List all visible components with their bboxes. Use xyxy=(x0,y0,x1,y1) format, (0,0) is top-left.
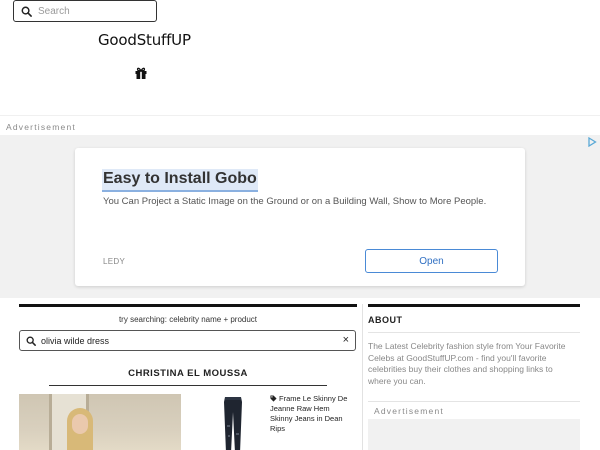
celebrity-search-input[interactable] xyxy=(41,335,331,346)
about-heading: ABOUT xyxy=(368,315,403,325)
adchoices-icon[interactable] xyxy=(587,137,597,147)
sidebar-ad-slot[interactable] xyxy=(368,419,580,450)
main-content: try searching: celebrity name + product … xyxy=(19,304,357,450)
main-top-bar xyxy=(19,304,357,307)
about-divider xyxy=(368,332,580,333)
product-title[interactable]: Frame Le Skinny De Jeanne Raw Hem Skinny… xyxy=(270,394,347,433)
ad-card[interactable]: Easy to Install Gobo You Can Project a S… xyxy=(75,148,525,286)
tag-icon xyxy=(270,395,277,402)
header-search[interactable] xyxy=(13,0,157,22)
ad-banner: Easy to Install Gobo You Can Project a S… xyxy=(0,135,600,298)
site-logo[interactable]: GoodStuffUP xyxy=(98,31,191,49)
product-link[interactable]: Frame Le Skinny De Jeanne Raw Hem Skinny… xyxy=(270,394,354,434)
header-search-input[interactable] xyxy=(38,5,148,17)
celebrity-heading[interactable]: CHRISTINA EL MOUSSA xyxy=(19,368,357,379)
product-jeans-image[interactable] xyxy=(219,396,247,450)
ad-brand: LEDY xyxy=(103,257,126,266)
sidebar-ad-label: Advertisement xyxy=(374,406,444,416)
celebrity-photo[interactable] xyxy=(19,394,181,450)
gift-icon[interactable] xyxy=(134,66,148,80)
celebrity-underline xyxy=(49,385,327,386)
sidebar: ABOUT The Latest Celebrity fashion style… xyxy=(368,304,580,450)
ad-label: Advertisement xyxy=(6,122,76,132)
sidebar-top-bar xyxy=(368,304,580,307)
photo-face xyxy=(72,414,88,434)
sidebar-divider xyxy=(368,401,580,402)
search-icon xyxy=(21,6,32,17)
page: GoodStuffUP Advertisement Easy to Instal… xyxy=(0,0,600,450)
ad-open-button[interactable]: Open xyxy=(365,249,498,273)
header-divider xyxy=(0,115,600,116)
search-icon xyxy=(26,336,36,346)
column-divider xyxy=(362,304,363,450)
ad-title[interactable]: Easy to Install Gobo xyxy=(102,169,258,192)
clear-search-button[interactable]: × xyxy=(343,334,349,347)
search-hint: try searching: celebrity name + product xyxy=(118,315,258,324)
ad-description: You Can Project a Static Image on the Gr… xyxy=(103,196,487,207)
celebrity-search[interactable]: × xyxy=(19,330,356,351)
about-text: The Latest Celebrity fashion style from … xyxy=(368,341,566,386)
